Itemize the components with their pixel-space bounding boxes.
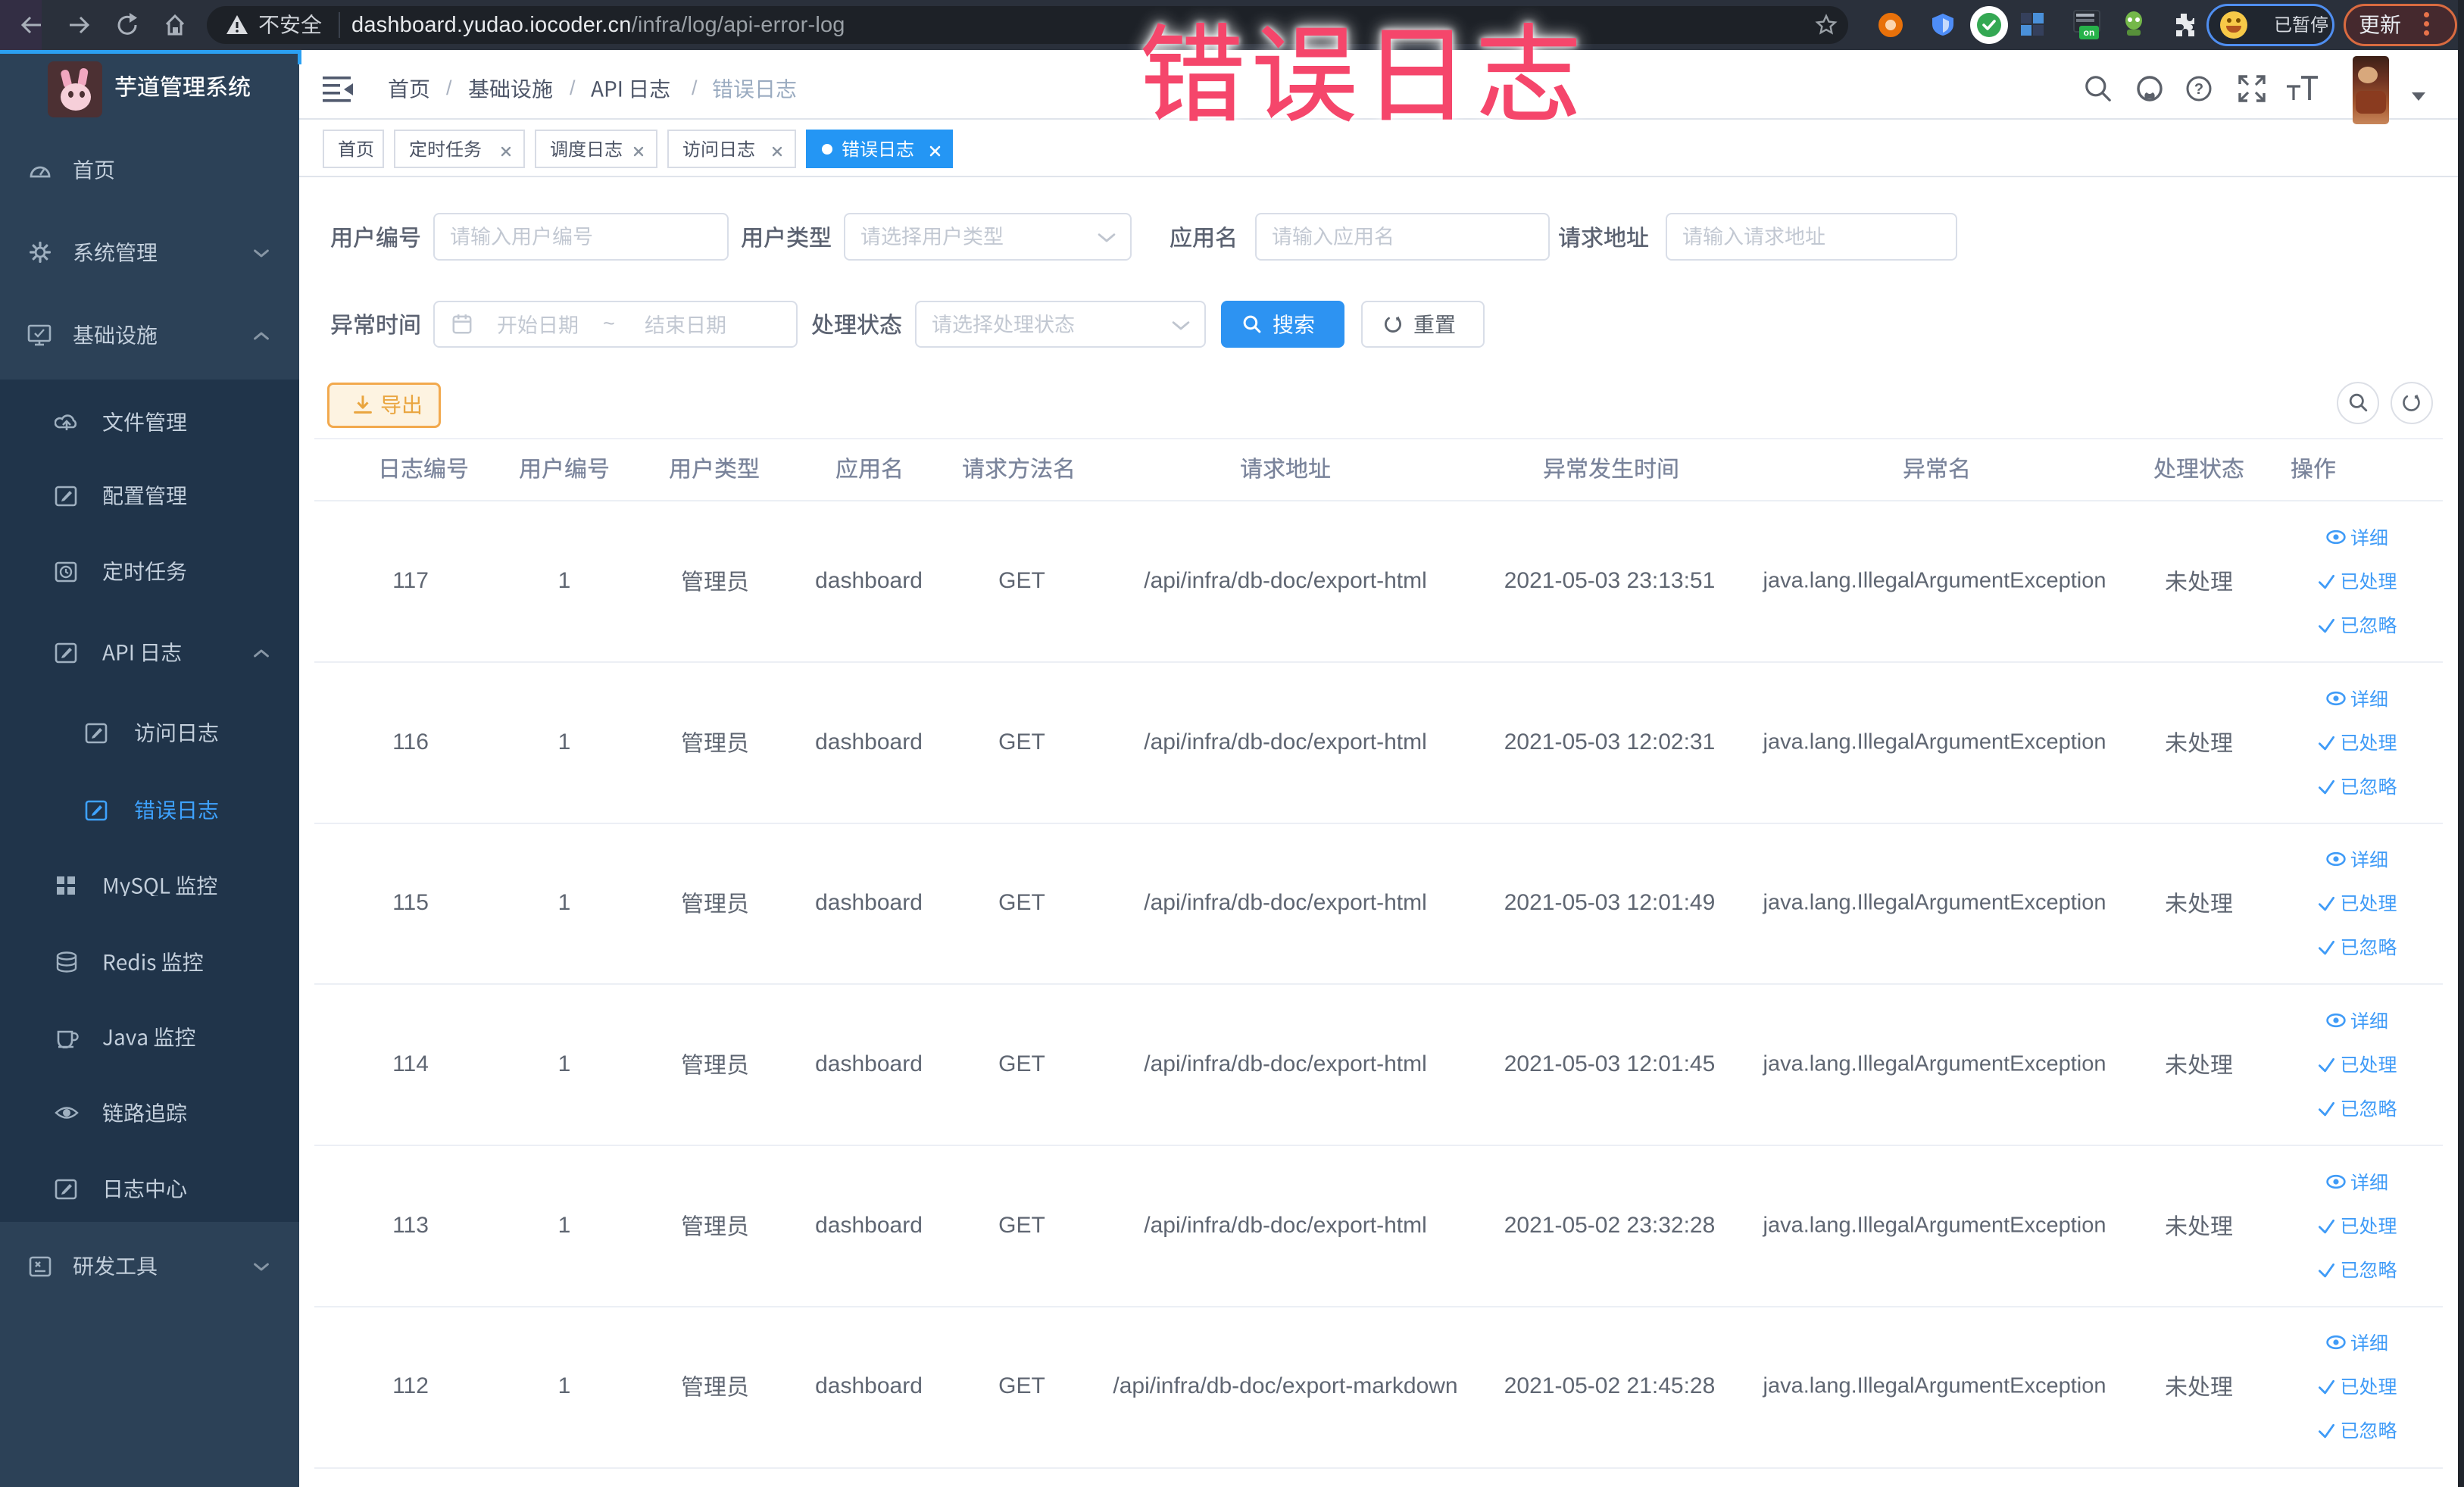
svg-text:?: ? bbox=[2194, 81, 2203, 98]
